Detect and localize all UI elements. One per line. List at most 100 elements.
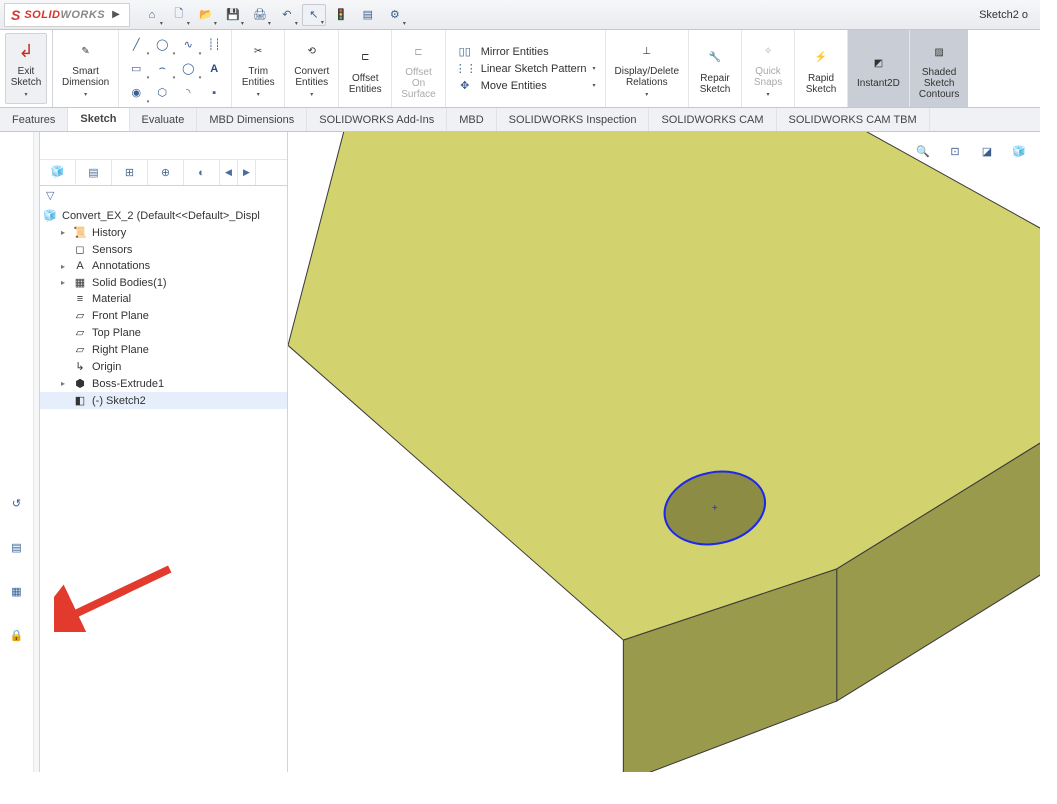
new-icon[interactable]: 🗋▾ xyxy=(167,4,191,26)
rectangle-tool-icon[interactable]: ▭▾ xyxy=(125,58,147,80)
tree-tab-arrow-left[interactable]: ◀ xyxy=(220,160,238,185)
tree-item-icon: A xyxy=(72,260,88,272)
tree-tab-feature-manager[interactable]: 🧊 xyxy=(40,160,76,185)
tab-cam[interactable]: SOLIDWORKS CAM xyxy=(649,108,776,131)
tree-tab-configuration[interactable]: ⊞ xyxy=(112,160,148,185)
scissors-icon: ✂ xyxy=(245,38,271,64)
snaps-icon: ✧ xyxy=(755,38,781,64)
relations-icon: ⊥ xyxy=(634,38,660,64)
tree-item[interactable]: ◧(-) Sketch2 xyxy=(40,392,287,409)
document-title: Sketch2 o xyxy=(979,9,1036,21)
feature-tree-panel: 🧊 ▤ ⊞ ⊕ ◐ ◀ ▶ ▽ 🧊 Convert_EX_2 (Default<… xyxy=(40,132,288,772)
tab-inspection[interactable]: SOLIDWORKS Inspection xyxy=(497,108,650,131)
save-icon[interactable]: 💾▾ xyxy=(221,4,245,26)
tree-tab-appearance[interactable]: ◐ xyxy=(184,160,220,185)
home-icon[interactable]: ⌂▾ xyxy=(140,4,164,26)
convert-entities-button[interactable]: ⟲ Convert Entities ▾ xyxy=(290,34,333,103)
print-icon[interactable]: 🖨▾ xyxy=(248,4,272,26)
tree-item[interactable]: ↳Origin xyxy=(40,358,287,375)
options-gear-icon[interactable]: ⚙▾ xyxy=(383,4,407,26)
offset-on-surface-button: ⊏ Offset On Surface xyxy=(397,35,439,102)
tree-item[interactable]: ▸ A Annotations xyxy=(40,258,287,274)
point-tool-icon[interactable]: ▪ xyxy=(203,82,225,104)
tree-item[interactable]: ▸⬢Boss-Extrude1 xyxy=(40,375,287,392)
tree-root[interactable]: 🧊 Convert_EX_2 (Default<<Default>_Displ xyxy=(40,207,287,224)
funnel-icon: ▽ xyxy=(46,190,54,202)
history-rewind-icon[interactable]: ↺ xyxy=(6,492,28,514)
model-3d: + xyxy=(288,132,1040,772)
select-icon[interactable]: ↖▾ xyxy=(302,4,326,26)
graphics-viewport[interactable]: 🔍 ⊡ ◪ 🧊 + xyxy=(288,132,1040,772)
instant2d-button[interactable]: ◩ Instant2D xyxy=(853,46,904,91)
line-tool-icon[interactable]: ╱▾ xyxy=(125,34,147,56)
tree-filter[interactable]: ▽ xyxy=(40,186,287,205)
tree-item-label: Sensors xyxy=(92,244,132,256)
open-icon[interactable]: 📂▾ xyxy=(194,4,218,26)
save-state-icon[interactable]: ▤ xyxy=(6,536,28,558)
text-tool-icon[interactable]: A xyxy=(203,58,225,80)
ellipse-tool-icon[interactable]: ◯▾ xyxy=(177,58,199,80)
tab-features[interactable]: Features xyxy=(0,108,68,131)
command-manager-tabs: Features Sketch Evaluate MBD Dimensions … xyxy=(0,108,1040,132)
exit-sketch-button[interactable]: ↲ Exit Sketch ▾ xyxy=(5,33,47,104)
tree-item[interactable]: ▸📜History xyxy=(40,224,287,241)
tree-item[interactable]: ◻Sensors xyxy=(40,241,287,258)
shaded-contours-button[interactable]: ▨ Shaded Sketch Contours xyxy=(915,35,964,102)
rapid-sketch-button[interactable]: ⚡ Rapid Sketch xyxy=(800,41,842,97)
tree-item-icon: ↳ xyxy=(72,360,88,373)
tree-item[interactable]: ▱ Top Plane xyxy=(40,324,287,341)
display-delete-relations-button[interactable]: ⊥ Display/Delete Relations ▾ xyxy=(611,34,683,103)
expand-icon[interactable]: ▸ xyxy=(58,228,68,237)
circle-tool-icon[interactable]: ◯▾ xyxy=(151,34,173,56)
tree-item-icon: ▱ xyxy=(72,326,88,339)
offset-entities-button[interactable]: ⊏ Offset Entities xyxy=(344,41,386,97)
logo-text: SOLIDWORKS xyxy=(24,9,105,21)
logo-menu-arrow-icon[interactable]: ▶ xyxy=(109,9,123,20)
tree-item-label: Top Plane xyxy=(92,327,141,339)
tree-item[interactable]: ≡Material xyxy=(40,291,287,307)
tree-item[interactable]: ▱Front Plane xyxy=(40,307,287,324)
tree-item-label: Front Plane xyxy=(92,310,149,322)
expand-icon[interactable]: ▸ xyxy=(58,379,68,388)
fillet-tool-icon[interactable]: ◝ xyxy=(177,82,199,104)
trim-entities-button[interactable]: ✂ Trim Entities ▾ xyxy=(237,34,279,103)
mirror-entities-button[interactable]: ▯▯ Mirror Entities xyxy=(455,45,596,58)
tab-mbd-dimensions[interactable]: MBD Dimensions xyxy=(197,108,307,131)
tree-item-label: Annotations xyxy=(92,260,150,272)
linear-pattern-button[interactable]: ⋮⋮ Linear Sketch Pattern ▾ xyxy=(455,62,596,75)
tab-addins[interactable]: SOLIDWORKS Add-Ins xyxy=(307,108,447,131)
grid-snap-icon[interactable]: ▦ xyxy=(6,580,28,602)
pattern-tool-icon[interactable]: ┊┊ xyxy=(203,34,225,56)
tree-item[interactable]: ▱Right Plane xyxy=(40,341,287,358)
arc-tool-icon[interactable]: ⌢▾ xyxy=(151,58,173,80)
tree-item-label: History xyxy=(92,227,126,239)
tab-sketch[interactable]: Sketch xyxy=(68,108,129,131)
expand-icon[interactable]: ▸ xyxy=(58,278,68,287)
polygon-tool-icon[interactable]: ⬡ xyxy=(151,82,173,104)
undo-icon[interactable]: ↶▾ xyxy=(275,4,299,26)
reload-lock-icon[interactable]: 🔒 xyxy=(6,624,28,646)
feature-tree: 🧊 Convert_EX_2 (Default<<Default>_Displ … xyxy=(40,205,287,409)
spline-tool-icon[interactable]: ∿▾ xyxy=(177,34,199,56)
tree-tab-property-manager[interactable]: ▤ xyxy=(76,160,112,185)
tab-cam-tbm[interactable]: SOLIDWORKS CAM TBM xyxy=(777,108,930,131)
instant2d-icon: ◩ xyxy=(865,50,891,76)
tree-tab-dimxpert[interactable]: ⊕ xyxy=(148,160,184,185)
move-icon: ✥ xyxy=(455,79,475,92)
tree-item[interactable]: ▸▦Solid Bodies(1) xyxy=(40,274,287,291)
tree-item-icon: ≡ xyxy=(72,293,88,305)
move-entities-button[interactable]: ✥ Move Entities ▾ xyxy=(455,79,596,92)
tree-tab-arrow-right[interactable]: ▶ xyxy=(238,160,256,185)
expand-icon[interactable]: ▸ xyxy=(58,262,68,271)
repair-sketch-button[interactable]: 🔧 Repair Sketch xyxy=(694,41,736,97)
tab-mbd[interactable]: MBD xyxy=(447,108,496,131)
tree-tabbar: 🧊 ▤ ⊞ ⊕ ◐ ◀ ▶ xyxy=(40,160,287,186)
quick-snaps-button: ✧ Quick Snaps ▾ xyxy=(747,34,789,103)
report-icon[interactable]: ▤ xyxy=(356,4,380,26)
slot-tool-icon[interactable]: ◉▾ xyxy=(125,82,147,104)
traffic-light-icon[interactable]: 🚦 xyxy=(329,4,353,26)
smart-dimension-button[interactable]: ✎ Smart Dimension ▾ xyxy=(58,34,113,103)
offset-icon: ⊏ xyxy=(352,45,378,71)
tree-item-icon: ◧ xyxy=(72,394,88,407)
tab-evaluate[interactable]: Evaluate xyxy=(130,108,198,131)
